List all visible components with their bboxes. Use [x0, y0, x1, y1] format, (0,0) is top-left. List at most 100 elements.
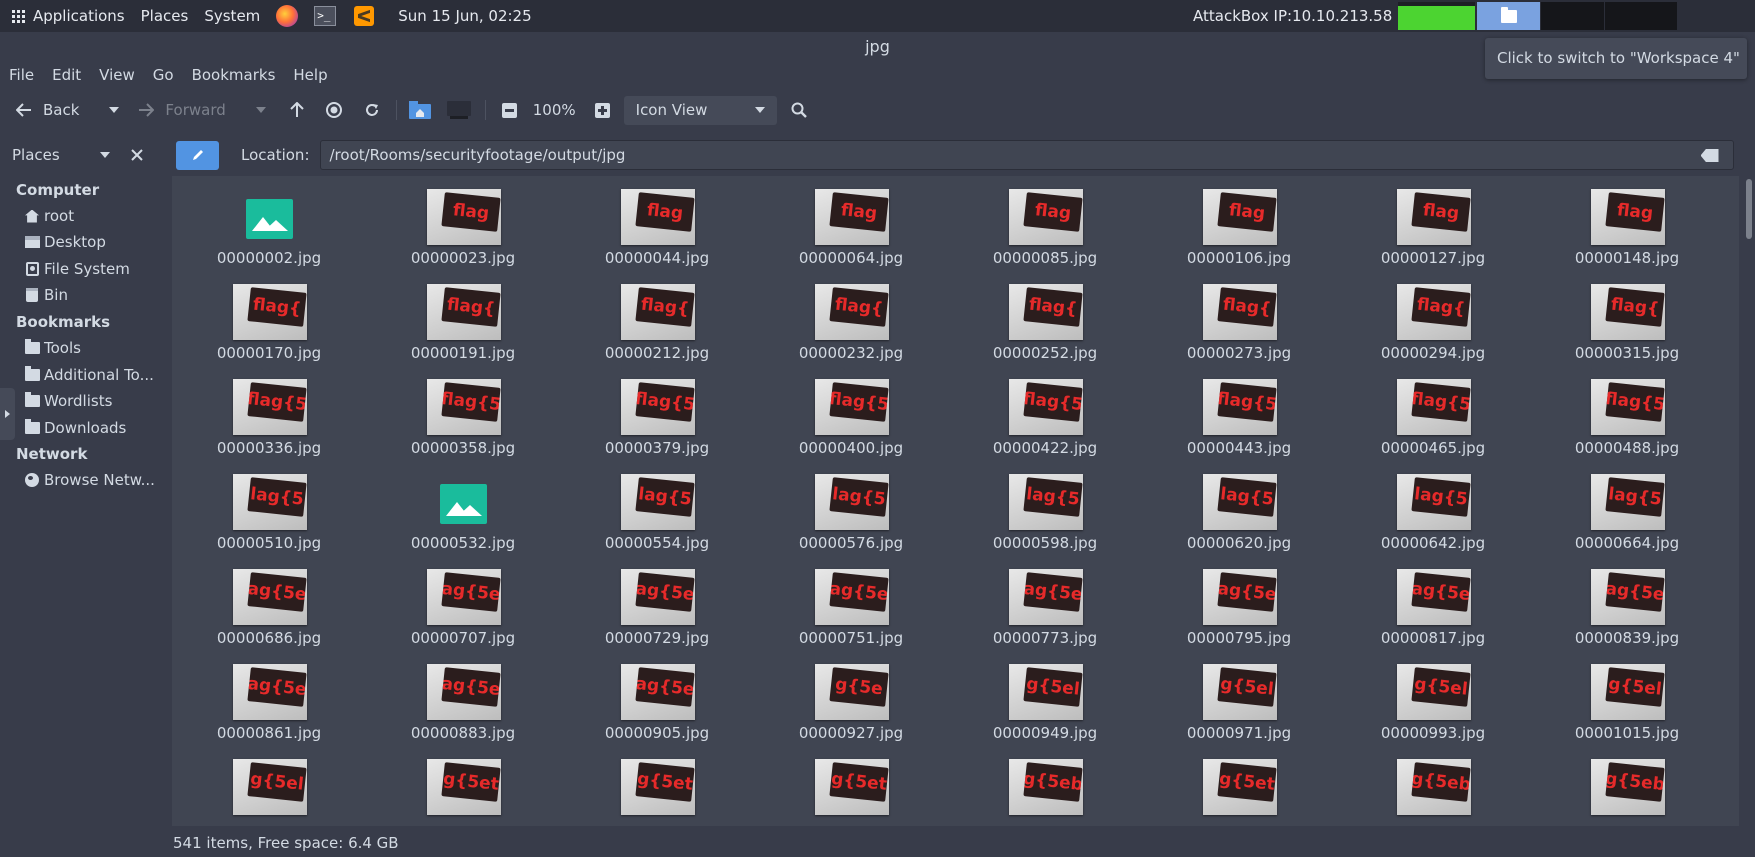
file-item[interactable]: ag{5e 00000686.jpg	[172, 556, 366, 651]
scrollbar-thumb[interactable]	[1746, 179, 1752, 239]
file-item[interactable]: flag{5 00000422.jpg	[948, 366, 1142, 461]
sidebar-item-file-system[interactable]: File System	[24, 260, 170, 278]
file-item[interactable]: ag{5e 00000905.jpg	[560, 651, 754, 746]
file-item[interactable]: flag{5 00000488.jpg	[1530, 366, 1724, 461]
vertical-scrollbar[interactable]	[1742, 176, 1755, 826]
menu-go[interactable]: Go	[144, 66, 183, 84]
file-item[interactable]: flag{5 00000379.jpg	[560, 366, 754, 461]
file-item[interactable]: flag 00000106.jpg	[1142, 176, 1336, 271]
file-item[interactable]: flag{5 00000400.jpg	[754, 366, 948, 461]
file-item[interactable]: ag{5e 00000861.jpg	[172, 651, 366, 746]
file-item[interactable]: g{5el 00001015.jpg	[1530, 651, 1724, 746]
file-icon-view[interactable]: 00000002.jpg flag 00000023.jpg flag 00000044…	[172, 176, 1739, 826]
zoom-in-button[interactable]	[594, 95, 610, 125]
file-item[interactable]: flag{00000315.jpg	[1530, 271, 1724, 366]
menu-help[interactable]: Help	[284, 66, 336, 84]
file-item[interactable]: ag{5e 00000729.jpg	[560, 556, 754, 651]
chevron-down-icon[interactable]	[99, 152, 110, 158]
home-button[interactable]	[408, 95, 431, 125]
panel-drag-handle[interactable]	[0, 388, 15, 440]
file-item[interactable]: g{5eb	[1336, 746, 1530, 826]
file-item[interactable]: g{5eb	[1530, 746, 1724, 826]
menu-view[interactable]: View	[90, 66, 144, 84]
sidebar-item-root[interactable]: root	[24, 207, 170, 225]
forward-history-dropdown[interactable]	[255, 95, 266, 125]
file-item[interactable]: g{5e 00000927.jpg	[754, 651, 948, 746]
file-item[interactable]: g{5et	[366, 746, 560, 826]
clock[interactable]: Sun 15 Jun, 02:25	[382, 0, 539, 32]
up-button[interactable]	[290, 95, 304, 125]
sublime-launcher[interactable]	[344, 0, 382, 32]
file-item[interactable]: g{5el 00000949.jpg	[948, 651, 1142, 746]
file-item[interactable]: lag{5 00000664.jpg	[1530, 461, 1724, 556]
file-item[interactable]: g{5eb	[948, 746, 1142, 826]
back-button[interactable]: Back	[16, 95, 79, 125]
places-menu[interactable]: Places	[133, 0, 197, 32]
file-item[interactable]: ag{5e 00000773.jpg	[948, 556, 1142, 651]
file-item[interactable]: ag{5e 00000795.jpg	[1142, 556, 1336, 651]
sidebar-item-additional-tools[interactable]: Additional To...	[24, 366, 170, 384]
places-pane-selector[interactable]: Places	[12, 146, 60, 164]
file-item[interactable]: lag{5 00000598.jpg	[948, 461, 1142, 556]
file-item[interactable]: flag{00000170.jpg	[172, 271, 366, 366]
file-item[interactable]: flag 00000127.jpg	[1336, 176, 1530, 271]
computer-button[interactable]	[446, 95, 471, 125]
file-item[interactable]: ag{5e 00000707.jpg	[366, 556, 560, 651]
location-input[interactable]: /root/Rooms/securityfootage/output/jpg	[319, 140, 1734, 170]
stop-button[interactable]	[325, 95, 342, 125]
file-item[interactable]: ag{5e 00000839.jpg	[1530, 556, 1724, 651]
edit-location-button[interactable]	[176, 140, 219, 170]
zoom-out-button[interactable]	[501, 95, 517, 125]
file-item[interactable]: g{5el 00000971.jpg	[1142, 651, 1336, 746]
terminal-launcher[interactable]: >_	[306, 0, 344, 32]
file-item[interactable]: flag{5 00000358.jpg	[366, 366, 560, 461]
file-item[interactable]: g{5et	[1142, 746, 1336, 826]
file-item[interactable]: ag{5e 00000883.jpg	[366, 651, 560, 746]
file-item[interactable]: g{5el 00000993.jpg	[1336, 651, 1530, 746]
workspace-1[interactable]	[1477, 2, 1540, 30]
file-item[interactable]: g{5et	[754, 746, 948, 826]
forward-button[interactable]: Forward	[138, 95, 226, 125]
sidebar-item-browse-network[interactable]: Browse Netw...	[24, 471, 170, 489]
file-item[interactable]: flag{5 00000465.jpg	[1336, 366, 1530, 461]
file-item[interactable]: flag{5 00000443.jpg	[1142, 366, 1336, 461]
file-item[interactable]: 00000532.jpg	[366, 461, 560, 556]
file-item[interactable]: flag 00000085.jpg	[948, 176, 1142, 271]
menu-bookmarks[interactable]: Bookmarks	[183, 66, 285, 84]
file-item[interactable]: flag{00000294.jpg	[1336, 271, 1530, 366]
file-item[interactable]: flag 00000044.jpg	[560, 176, 754, 271]
file-item[interactable]: lag{5 00000642.jpg	[1336, 461, 1530, 556]
sidebar-item-downloads[interactable]: Downloads	[24, 419, 170, 437]
file-item[interactable]: flag{5 00000336.jpg	[172, 366, 366, 461]
search-button[interactable]	[791, 95, 807, 125]
workspace-2[interactable]	[1541, 2, 1604, 30]
sidebar-item-tools[interactable]: Tools	[24, 339, 170, 357]
system-menu[interactable]: System	[196, 0, 268, 32]
workspace-4[interactable]	[1605, 2, 1677, 30]
sidebar-item-bin[interactable]: Bin	[24, 286, 170, 304]
firefox-launcher[interactable]	[268, 0, 306, 32]
close-icon[interactable]	[130, 149, 143, 161]
file-item[interactable]: flag{00000232.jpg	[754, 271, 948, 366]
file-item[interactable]: flag{00000212.jpg	[560, 271, 754, 366]
menu-file[interactable]: File	[0, 66, 43, 84]
file-item[interactable]: lag{5 00000554.jpg	[560, 461, 754, 556]
file-item[interactable]: flag 00000023.jpg	[366, 176, 560, 271]
file-item[interactable]: flag 00000148.jpg	[1530, 176, 1724, 271]
file-item[interactable]: flag 00000064.jpg	[754, 176, 948, 271]
file-item[interactable]: flag{00000273.jpg	[1142, 271, 1336, 366]
file-item[interactable]: 00000002.jpg	[172, 176, 366, 271]
sidebar-item-desktop[interactable]: Desktop	[24, 233, 170, 251]
view-mode-select[interactable]: Icon View	[623, 95, 777, 125]
clear-icon[interactable]	[1700, 149, 1719, 162]
file-item[interactable]: g{5el	[172, 746, 366, 826]
applications-menu[interactable]: Applications	[0, 0, 133, 32]
file-item[interactable]: lag{5 00000510.jpg	[172, 461, 366, 556]
file-item[interactable]: flag{00000191.jpg	[366, 271, 560, 366]
menu-edit[interactable]: Edit	[43, 66, 90, 84]
file-item[interactable]: g{5et	[560, 746, 754, 826]
back-history-dropdown[interactable]	[109, 95, 120, 125]
file-item[interactable]: ag{5e 00000817.jpg	[1336, 556, 1530, 651]
reload-button[interactable]	[364, 95, 380, 125]
file-item[interactable]: lag{5 00000576.jpg	[754, 461, 948, 556]
